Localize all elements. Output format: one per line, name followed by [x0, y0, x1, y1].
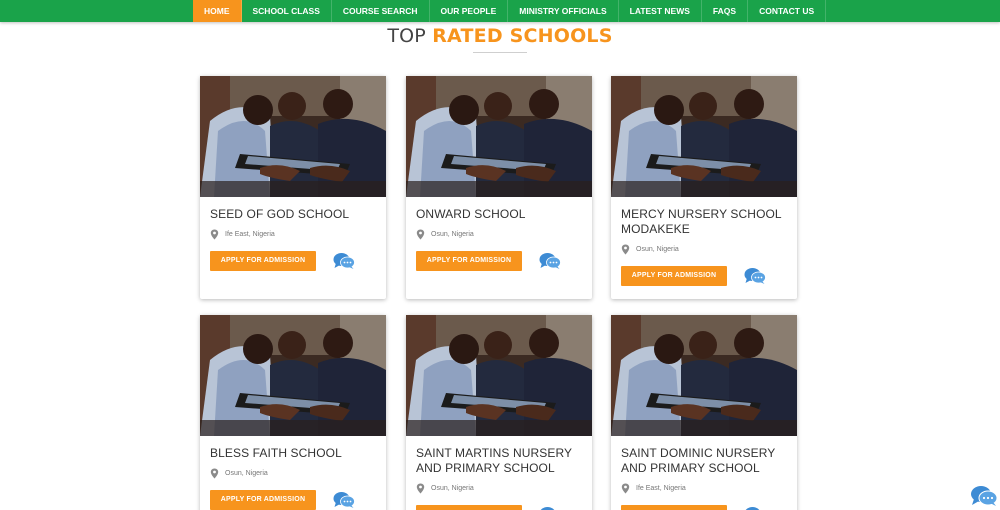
location-pin-icon: [621, 483, 630, 493]
school-card-body: SEED OF GOD SCHOOL Ife East, Nigeria APP…: [200, 197, 386, 272]
school-card-body: BLESS FAITH SCHOOL Osun, Nigeria APPLY F…: [200, 436, 386, 510]
school-location: Osun, Nigeria: [621, 243, 787, 255]
school-card[interactable]: SEED OF GOD SCHOOL Ife East, Nigeria APP…: [200, 76, 386, 299]
nav-item-our-people[interactable]: OUR PEOPLE: [430, 0, 509, 22]
school-location: Osun, Nigeria: [416, 228, 582, 240]
apply-for-admission-button[interactable]: APPLY FOR ADMISSION: [210, 251, 316, 271]
location-text: Osun, Nigeria: [431, 230, 474, 238]
location-text: Osun, Nigeria: [431, 484, 474, 492]
school-name[interactable]: SEED OF GOD SCHOOL: [210, 207, 376, 222]
location-pin-icon: [210, 468, 219, 478]
school-photo: [611, 315, 797, 436]
apply-for-admission-button[interactable]: APPLY FOR ADMISSION: [416, 505, 522, 510]
card-actions: APPLY FOR ADMISSION: [621, 265, 787, 287]
section-title: TOP RATED SCHOOLS: [0, 25, 1000, 47]
nav-item-latest-news[interactable]: LATEST NEWS: [619, 0, 702, 22]
chat-bubbles-icon[interactable]: [744, 267, 766, 285]
apply-for-admission-button[interactable]: APPLY FOR ADMISSION: [621, 266, 727, 286]
nav-item-contact-us[interactable]: CONTACT US: [748, 0, 827, 22]
location-text: Ife East, Nigeria: [225, 230, 275, 238]
chat-bubbles-icon[interactable]: [539, 506, 561, 510]
school-card[interactable]: SAINT MARTINS NURSERY AND PRIMARY SCHOOL…: [406, 315, 592, 510]
nav-item-course-search[interactable]: COURSE SEARCH: [332, 0, 430, 22]
nav-item-home[interactable]: HOME: [193, 0, 242, 22]
location-pin-icon: [210, 229, 219, 239]
school-card[interactable]: ONWARD SCHOOL Osun, Nigeria APPLY FOR AD…: [406, 76, 592, 299]
card-actions: APPLY FOR ADMISSION: [210, 250, 376, 272]
school-card-body: SAINT MARTINS NURSERY AND PRIMARY SCHOOL…: [406, 436, 592, 510]
section-title-highlight: RATED SCHOOLS: [432, 25, 613, 47]
school-card-body: SAINT DOMINIC NURSERY AND PRIMARY SCHOOL…: [611, 436, 797, 510]
chat-bubbles-icon[interactable]: [333, 491, 355, 509]
school-name[interactable]: ONWARD SCHOOL: [416, 207, 582, 222]
location-text: Osun, Nigeria: [636, 245, 679, 253]
school-name[interactable]: SAINT DOMINIC NURSERY AND PRIMARY SCHOOL: [621, 446, 787, 476]
location-text: Ife East, Nigeria: [636, 484, 686, 492]
apply-for-admission-button[interactable]: APPLY FOR ADMISSION: [416, 251, 522, 271]
school-photo: [200, 76, 386, 197]
title-divider: [473, 52, 527, 53]
section-title-prefix: TOP: [387, 25, 426, 47]
chat-bubbles-icon[interactable]: [333, 252, 355, 270]
card-actions: APPLY FOR ADMISSION: [416, 250, 582, 272]
school-location: Ife East, Nigeria: [621, 482, 787, 494]
school-location: Osun, Nigeria: [210, 467, 376, 479]
school-name[interactable]: SAINT MARTINS NURSERY AND PRIMARY SCHOOL: [416, 446, 582, 476]
nav-item-ministry-officials[interactable]: MINISTRY OFFICIALS: [508, 0, 619, 22]
school-location: Ife East, Nigeria: [210, 228, 376, 240]
school-location: Osun, Nigeria: [416, 482, 582, 494]
school-photo: [200, 315, 386, 436]
school-card[interactable]: SAINT DOMINIC NURSERY AND PRIMARY SCHOOL…: [611, 315, 797, 510]
school-name[interactable]: BLESS FAITH SCHOOL: [210, 446, 376, 461]
main-navbar: HOME SCHOOL CLASS COURSE SEARCH OUR PEOP…: [0, 0, 1000, 22]
location-pin-icon: [621, 244, 630, 254]
card-actions: APPLY FOR ADMISSION: [416, 504, 582, 510]
location-text: Osun, Nigeria: [225, 469, 268, 477]
school-card-body: ONWARD SCHOOL Osun, Nigeria APPLY FOR AD…: [406, 197, 592, 272]
apply-for-admission-button[interactable]: APPLY FOR ADMISSION: [210, 490, 316, 510]
school-card[interactable]: BLESS FAITH SCHOOL Osun, Nigeria APPLY F…: [200, 315, 386, 510]
chat-bubbles-icon[interactable]: [970, 485, 998, 507]
school-photo: [611, 76, 797, 197]
card-actions: APPLY FOR ADMISSION: [210, 489, 376, 510]
school-card[interactable]: MERCY NURSERY SCHOOL MODAKEKE Osun, Nige…: [611, 76, 797, 299]
nav-item-faqs[interactable]: FAQS: [702, 0, 749, 22]
chat-bubbles-icon[interactable]: [744, 506, 766, 510]
apply-for-admission-button[interactable]: APPLY FOR ADMISSION: [621, 505, 727, 510]
nav-item-school-class[interactable]: SCHOOL CLASS: [242, 0, 332, 22]
location-pin-icon: [416, 229, 425, 239]
chat-bubbles-icon[interactable]: [539, 252, 561, 270]
school-name[interactable]: MERCY NURSERY SCHOOL MODAKEKE: [621, 207, 787, 237]
school-card-body: MERCY NURSERY SCHOOL MODAKEKE Osun, Nige…: [611, 197, 797, 287]
card-actions: APPLY FOR ADMISSION: [621, 504, 787, 510]
school-photo: [406, 76, 592, 197]
location-pin-icon: [416, 483, 425, 493]
school-photo: [406, 315, 592, 436]
